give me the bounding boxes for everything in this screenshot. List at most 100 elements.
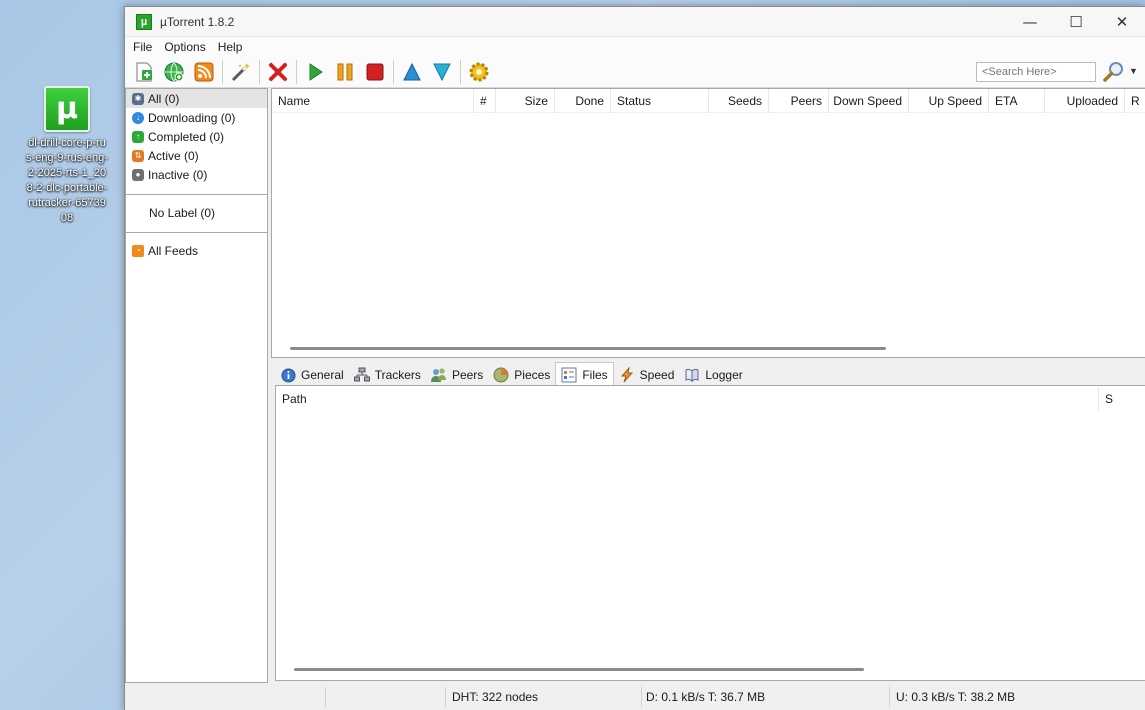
pieces-pie-icon [493,367,509,383]
add-file-icon [136,62,152,81]
rss-icon [194,62,214,81]
tab-label: Trackers [374,368,421,382]
tab-label: Peers [451,368,484,382]
detail-tabs: General Trackers Peers Pieces Files Spee… [275,362,748,386]
column-path[interactable]: Path [276,387,1099,411]
start-button[interactable] [302,59,328,85]
menu-bar: File Options Help [125,37,1145,56]
column-uploaded[interactable]: Uploaded [1045,89,1125,113]
add-url-button[interactable] [161,59,187,85]
status-cell-empty [326,687,446,707]
column-size[interactable]: S [1099,387,1139,411]
info-icon [280,367,296,383]
create-torrent-button[interactable] [228,59,254,85]
column-status[interactable]: Status [611,89,709,113]
active-icon: ⇅ [132,149,144,162]
add-torrent-button[interactable] [131,59,157,85]
tab-pieces[interactable]: Pieces [488,364,555,386]
menu-file[interactable]: File [127,40,158,54]
sidebar-item-active[interactable]: ⇅ Active (0) [126,146,267,165]
sidebar-item-label: Active (0) [148,148,199,163]
move-down-queue-button[interactable] [429,59,455,85]
search-icon [1103,62,1123,82]
completed-icon: ↑ [132,130,144,143]
peers-users-icon [430,367,447,383]
column-down-speed[interactable]: Down Speed [829,89,909,113]
sidebar-item-all[interactable]: ✱ All (0) [126,89,267,108]
torrent-list[interactable]: Name # Size Done Status Seeds Peers Down… [271,88,1145,358]
title-bar: µ µTorrent 1.8.2 — ☐ ✕ [125,7,1145,37]
column-seeds[interactable]: Seeds [709,89,769,113]
tab-label: Files [582,367,608,382]
sidebar-item-label: Downloading (0) [148,110,236,125]
arrow-up-icon [403,62,421,80]
tab-label: Speed [639,368,675,382]
sidebar-item-label: All (0) [148,91,180,106]
toolbar-separator [460,59,461,84]
column-eta[interactable]: ETA [989,89,1045,113]
sidebar-divider [126,194,267,195]
stop-button[interactable] [362,59,388,85]
tab-logger[interactable]: Logger [679,364,747,386]
tab-general[interactable]: General [275,364,349,386]
remove-torrent-button[interactable] [265,59,291,85]
column-name[interactable]: Name [272,89,474,113]
torrent-list-header: Name # Size Done Status Seeds Peers Down… [272,89,1145,113]
speed-lightning-icon [619,367,635,383]
column-ratio[interactable]: R [1125,89,1145,113]
tab-label: General [301,368,344,382]
gear-icon [469,62,489,81]
maximize-button[interactable]: ☐ [1053,7,1099,37]
sidebar-item-all-feeds[interactable]: ◔ All Feeds [126,241,267,260]
desktop-shortcut[interactable]: µ dl-drill-core-p-rus-eng-9-rus-eng-2-20… [26,86,108,226]
horizontal-scrollbar[interactable] [294,668,864,671]
trackers-network-icon [353,367,370,383]
status-bar: DHT: 322 nodes D: 0.1 kB/s T: 36.7 MB U:… [125,683,1145,710]
move-up-queue-button[interactable] [399,59,425,85]
column-peers[interactable]: Peers [769,89,829,113]
category-sidebar: ✱ All (0) ↓ Downloading (0) ↑ Completed … [125,88,268,683]
arrow-down-icon [433,63,451,81]
tab-label: Logger [705,368,743,382]
horizontal-scrollbar[interactable] [290,347,886,350]
add-url-globe-icon [164,62,184,81]
utorrent-window: µ µTorrent 1.8.2 — ☐ ✕ File Options Help [124,6,1145,710]
sidebar-item-label: Completed (0) [148,129,225,144]
tab-speed[interactable]: Speed [614,364,680,386]
column-up-speed[interactable]: Up Speed [909,89,989,113]
magic-wand-icon [231,62,250,81]
search-button[interactable] [1101,59,1127,85]
tab-files[interactable]: Files [555,362,614,386]
minimize-button[interactable]: — [1007,7,1053,37]
pause-button[interactable] [332,59,358,85]
toolbar: ▼ [125,56,1145,88]
sidebar-item-downloading[interactable]: ↓ Downloading (0) [126,108,267,127]
menu-options[interactable]: Options [158,40,211,54]
search-input[interactable] [976,62,1096,82]
column-number[interactable]: # [474,89,496,113]
inactive-icon: ● [132,168,144,181]
toolbar-separator [222,59,223,84]
column-done[interactable]: Done [555,89,611,113]
sidebar-item-label: All Feeds [148,243,199,258]
column-size[interactable]: Size [496,89,555,113]
tab-peers[interactable]: Peers [426,364,488,386]
toolbar-separator [259,59,260,84]
logger-book-icon [684,367,700,383]
toolbar-separator [296,59,297,84]
files-panel[interactable]: Path S [275,385,1145,681]
preferences-button[interactable] [466,59,492,85]
chevron-down-icon[interactable]: ▼ [1129,66,1138,76]
sidebar-item-inactive[interactable]: ● Inactive (0) [126,165,267,184]
all-icon: ✱ [132,92,144,105]
add-rss-button[interactable] [191,59,217,85]
close-button[interactable]: ✕ [1099,7,1145,37]
sidebar-item-completed[interactable]: ↑ Completed (0) [126,127,267,146]
tab-label: Pieces [514,368,551,382]
tab-trackers[interactable]: Trackers [349,364,426,386]
sidebar-item-no-label[interactable]: No Label (0) [126,203,267,222]
menu-help[interactable]: Help [212,40,249,54]
stop-icon [366,63,384,80]
files-list-header: Path S [276,386,1145,412]
downloading-icon: ↓ [132,111,144,124]
